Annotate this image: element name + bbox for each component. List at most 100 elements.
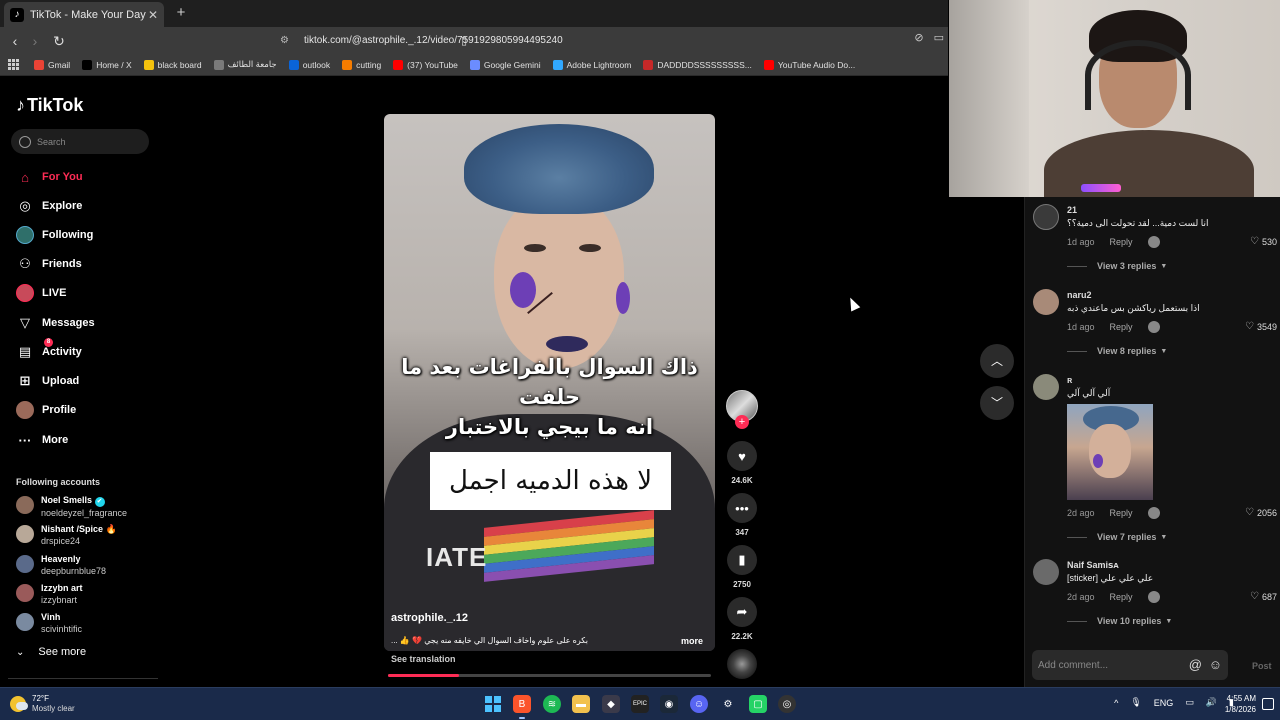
next-video-button[interactable]: ﹀: [980, 386, 1014, 420]
comment-like[interactable]: ♡ 2056: [1245, 507, 1277, 518]
avatar[interactable]: [1033, 559, 1059, 585]
reply-button[interactable]: Reply: [1110, 322, 1133, 332]
language-indicator[interactable]: ENG: [1154, 698, 1174, 708]
display-icon[interactable]: ▭: [1185, 697, 1194, 708]
comment-like[interactable]: ♡ 3549: [1245, 321, 1277, 332]
extension-icon[interactable]: ⊘: [914, 31, 923, 44]
see-translation-button[interactable]: See translation: [391, 654, 456, 664]
address-bar[interactable]: ⚙ tiktok.com/@astrophile._.12/video/7591…: [280, 31, 880, 50]
bookmark-item[interactable]: YouTube Audio Do...: [763, 59, 855, 70]
avatar[interactable]: [1033, 204, 1059, 230]
following-account[interactable]: Noel Smells ✔ noeldeyzel_fragrance: [16, 494, 127, 519]
comment-image[interactable]: [1067, 404, 1153, 500]
microphone-icon[interactable]: 🎙: [1130, 697, 1141, 708]
discord-icon[interactable]: ☺: [690, 695, 708, 713]
nav-profile[interactable]: Profile: [16, 400, 76, 420]
bookmark-item[interactable]: DADDDDSSSSSSSSS...: [643, 59, 752, 70]
video-author[interactable]: astrophile._.12: [391, 612, 468, 624]
bookmark-item[interactable]: Adobe Lightroom: [552, 59, 631, 70]
weather-widget[interactable]: 72°F Mostly clear: [10, 694, 75, 714]
bookmark-item[interactable]: Gmail: [34, 59, 70, 70]
creator-liked-icon[interactable]: [1147, 591, 1160, 603]
brave-browser-icon[interactable]: B: [513, 695, 531, 719]
bookmark-item[interactable]: (37) YouTube: [393, 59, 458, 70]
windows-start-icon[interactable]: [484, 695, 502, 713]
nav-friends[interactable]: ⚇ Friends: [16, 254, 82, 274]
bookmark-item[interactable]: cutting: [342, 59, 381, 70]
video-player[interactable]: IATE ذاك السوال بالفراغات بعد ما حلفت ان…: [384, 114, 715, 651]
following-account[interactable]: Vinh scivinhtific: [16, 611, 82, 635]
music-disc-icon[interactable]: [727, 649, 757, 679]
site-info-icon[interactable]: ⚙: [280, 35, 294, 46]
new-tab-button[interactable]: +: [172, 4, 190, 22]
following-account[interactable]: Izzybn art izzybnart: [16, 582, 83, 606]
view-replies-button[interactable]: View 7 replies ▼: [1067, 532, 1167, 542]
bookmark-item[interactable]: black board: [143, 59, 202, 70]
chat-app-icon[interactable]: ▢: [749, 695, 767, 713]
bookmark-item[interactable]: Home / X: [82, 59, 132, 70]
app-icon[interactable]: ◆: [602, 695, 620, 713]
nav-activity[interactable]: ▤ 8 Activity: [16, 338, 82, 362]
comment-username[interactable]: ʀ: [1067, 375, 1072, 385]
comment-username[interactable]: naru2: [1067, 290, 1092, 300]
mention-icon[interactable]: @: [1189, 657, 1202, 672]
creator-liked-icon[interactable]: [1147, 236, 1160, 248]
description-more-button[interactable]: more: [681, 636, 703, 646]
comment-like[interactable]: ♡ 687: [1250, 591, 1277, 602]
see-more-button[interactable]: ⌄ See more: [16, 646, 86, 658]
save-action[interactable]: ▮ 2750: [726, 545, 758, 589]
creator-liked-icon[interactable]: [1147, 321, 1160, 333]
share-icon[interactable]: ➦: [727, 597, 757, 627]
video-progress-bar[interactable]: [388, 674, 711, 677]
comment-icon[interactable]: •••: [727, 493, 757, 523]
reply-button[interactable]: Reply: [1110, 592, 1133, 602]
bookmark-item[interactable]: جامعة الطائف: [213, 59, 277, 70]
apps-grid-icon[interactable]: [8, 58, 20, 71]
heart-icon[interactable]: ♥: [727, 441, 757, 471]
nav-upload[interactable]: ⊞ Upload: [16, 371, 80, 391]
file-explorer-icon[interactable]: ▬: [572, 695, 590, 713]
view-replies-button[interactable]: View 10 replies ▼: [1067, 616, 1172, 626]
search-input[interactable]: [37, 136, 137, 147]
bookmark-item[interactable]: outlook: [288, 59, 330, 70]
emoji-icon[interactable]: ☺: [1209, 657, 1222, 672]
reply-button[interactable]: Reply: [1110, 508, 1133, 518]
obs-icon[interactable]: ◎: [778, 695, 796, 713]
following-account[interactable]: Nishant /Spice 🔥 drspice24: [16, 523, 117, 547]
following-account[interactable]: Heavenly deepburnblue78: [16, 553, 106, 577]
epic-games-icon[interactable]: EPIC: [631, 695, 649, 713]
view-replies-button[interactable]: View 8 replies ▼: [1067, 346, 1167, 356]
previous-video-button[interactable]: ︿: [980, 344, 1014, 378]
add-comment-box[interactable]: @ ☺: [1032, 650, 1228, 680]
sidebar-toggle-icon[interactable]: ▭: [934, 31, 944, 44]
nav-following[interactable]: Following: [16, 225, 93, 245]
follow-button[interactable]: +: [735, 415, 749, 429]
creator-liked-icon[interactable]: [1147, 507, 1160, 519]
avatar[interactable]: [1033, 374, 1059, 400]
nav-more[interactable]: ··· More: [16, 430, 69, 450]
comment-like[interactable]: ♡ 530: [1250, 236, 1277, 247]
avatar[interactable]: [1033, 289, 1059, 315]
browser-tab[interactable]: ♪ TikTok - Make Your Day ✕: [4, 2, 164, 27]
reload-button[interactable]: ↻: [49, 31, 69, 51]
chevron-up-icon[interactable]: ^: [1114, 698, 1118, 708]
back-button[interactable]: ‹: [5, 31, 25, 51]
clock[interactable]: 4:55 AM 1/8/2026: [1225, 693, 1256, 715]
nav-explore[interactable]: ◎ Explore: [16, 196, 82, 216]
close-tab-icon[interactable]: ✕: [148, 8, 158, 22]
comment-username[interactable]: Naif Samiꜱᴀ: [1067, 560, 1119, 571]
spotify-icon[interactable]: ≋: [543, 695, 561, 713]
search-box[interactable]: [11, 129, 149, 154]
bookmark-item[interactable]: Google Gemini: [469, 59, 541, 70]
volume-icon[interactable]: 🔊: [1206, 697, 1217, 708]
like-action[interactable]: ♥ 24.6K: [726, 441, 758, 485]
view-replies-button[interactable]: View 3 replies ▼: [1067, 261, 1167, 271]
notifications-icon[interactable]: [1262, 698, 1274, 710]
reply-button[interactable]: Reply: [1110, 237, 1133, 247]
bookmark-icon[interactable]: ▮: [727, 545, 757, 575]
comment-input[interactable]: [1038, 659, 1178, 671]
tiktok-logo[interactable]: ♪ TikTok: [16, 95, 83, 116]
settings-gear-icon[interactable]: ⚙: [719, 695, 737, 713]
nav-live[interactable]: LIVE: [16, 283, 66, 303]
nav-messages[interactable]: ▽ Messages: [16, 313, 95, 333]
